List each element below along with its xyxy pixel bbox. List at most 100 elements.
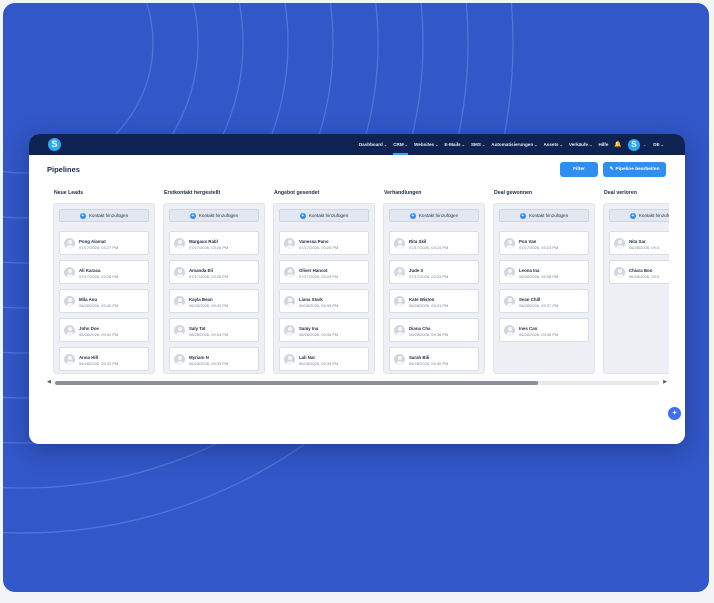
contact-date: 07/17/2026, 03:26 PM xyxy=(189,245,229,250)
contact-name: Ines Can xyxy=(519,326,538,331)
nav-item-label: CRM xyxy=(393,142,404,147)
edit-pipeline-button[interactable]: ✎ Pipeline bearbeiten xyxy=(603,162,666,177)
contact-name: Margaux Rabl xyxy=(189,239,218,244)
app-window: S Dashboard ⌄ CRM ⌄ Websites ⌄ E-Mails ⌄ SMS ⌄ Aut… xyxy=(29,134,685,444)
contact-card[interactable]: Nita Sar 06/28/2026, 09:4 xyxy=(609,231,669,255)
contact-date: 06/28/2026, 09:30 PM xyxy=(409,361,449,366)
add-contact-button[interactable]: +Kontakt hinzufügen xyxy=(499,209,589,222)
chevron-down-icon: ⌄ xyxy=(383,142,388,147)
avatar xyxy=(284,325,295,336)
contact-card[interactable]: John Doe 06/28/2026, 09:32 PM xyxy=(59,318,149,342)
contact-card[interactable]: Ali Karaca 07/17/2026, 03:26 PM xyxy=(59,260,149,284)
language-selector[interactable]: DE ⌄ xyxy=(650,134,667,155)
app-logo[interactable]: S xyxy=(48,138,61,151)
user-avatar[interactable]: S xyxy=(627,138,640,151)
avatar xyxy=(284,267,295,278)
contact-card[interactable]: Margaux Rabl 07/17/2026, 03:26 PM xyxy=(169,231,259,255)
scroll-right-icon[interactable]: ▶ xyxy=(663,379,667,385)
scroll-left-icon[interactable]: ◀ xyxy=(47,379,51,385)
pipeline-column: Deal gewonnen + Kontakt hinzufügen Pon Van 0… xyxy=(493,185,595,379)
contact-card[interactable]: Myriam N 06/28/2026, 09:33 PM xyxy=(169,347,259,371)
add-contact-label: Kontakt hinzufügen xyxy=(418,213,459,218)
top-navbar: S Dashboard ⌄ CRM ⌄ Websites ⌄ E-Mails ⌄ SMS ⌄ Aut… xyxy=(29,134,685,155)
chevron-down-icon: ⌄ xyxy=(435,142,439,147)
horizontal-scrollbar[interactable]: ◀ ▶ xyxy=(47,379,667,387)
add-contact-button[interactable]: +Kontakt hinzufügen xyxy=(59,209,149,222)
column-title: Deal gewonnen xyxy=(494,190,533,196)
contact-card[interactable]: Leona Ina 06/28/2026, 09:38 PM xyxy=(499,260,589,284)
contact-date: 06/28/2026, 09:4 xyxy=(629,245,660,250)
nav-item-label: Assets xyxy=(543,142,559,147)
contact-card[interactable]: Saly Tat 06/28/2026, 09:33 PM xyxy=(169,318,259,342)
contact-card[interactable]: Sarah Bili 06/28/2026, 09:30 PM xyxy=(389,347,479,371)
contact-card[interactable]: Sean Chill 06/28/2026, 09:37 PM xyxy=(499,289,589,313)
nav-item-assets[interactable]: Assets ⌄ xyxy=(540,134,565,155)
edit-pipeline-label: Pipeline bearbeiten xyxy=(615,167,660,172)
nav-item-verk-ufe[interactable]: Verkäufe ⌄ xyxy=(566,134,596,155)
nav-item-crm[interactable]: CRM ⌄ xyxy=(390,134,411,155)
contact-card[interactable]: Anna Hill 06/28/2026, 09:32 PM xyxy=(59,347,149,371)
nav-item-label: Websites xyxy=(414,142,435,147)
pipeline-column: Deal verloren +Kontakt hinzufügen Nita Sar… xyxy=(603,185,669,379)
add-contact-button[interactable]: +Kontakt hinzufügen xyxy=(389,209,479,222)
scrollbar-thumb[interactable] xyxy=(55,381,538,385)
bell-icon[interactable]: 🔔 xyxy=(611,134,624,155)
contact-name: Amanda Eli xyxy=(189,268,213,273)
contact-card[interactable]: Mila Anu 06/28/2026, 09:40 PM xyxy=(59,289,149,313)
contact-card[interactable]: Liana Stark 06/28/2026, 09:39 PM xyxy=(279,289,369,313)
chevron-down-icon: ⌄ xyxy=(404,142,409,147)
contact-card[interactable]: Diana Cha 06/28/2026, 09:36 PM xyxy=(389,318,479,342)
contact-card[interactable]: Ines Can 06/28/2026, 09:36 PM xyxy=(499,318,589,342)
add-contact-label: Kontakt hinzufügen xyxy=(528,213,569,218)
avatar xyxy=(504,267,515,278)
contact-date: 06/28/2026, 09:37 PM xyxy=(519,303,559,308)
contact-name: Pon Van xyxy=(519,239,537,244)
nav-item-hilfe[interactable]: Hilfe xyxy=(595,134,611,155)
filter-button[interactable]: Filter xyxy=(560,162,598,177)
nav-item-automatisierungen[interactable]: Automatisierungen ⌄ xyxy=(488,134,540,155)
contact-name: Sarah Bili xyxy=(409,355,430,360)
nav-item-label: Automatisierungen xyxy=(491,142,534,147)
chevron-down-icon: ⌄ xyxy=(660,142,664,147)
contact-card[interactable]: Amanda Eli 07/17/2026, 03:25 PM xyxy=(169,260,259,284)
contact-card[interactable]: Pon Van 07/17/2026, 03:23 PM xyxy=(499,231,589,255)
contact-date: 06/28/2026, 09:33 PM xyxy=(189,361,229,366)
contact-card[interactable]: Jude II 07/17/2026, 03:23 PM xyxy=(389,260,479,284)
chevron-down-icon[interactable]: ⌄ xyxy=(643,142,646,147)
contact-card[interactable]: Lali Nar 06/28/2026, 09:35 PM xyxy=(279,347,369,371)
contact-card[interactable]: Kayla Bean 06/28/2026, 09:32 PM xyxy=(169,289,259,313)
contact-date: 07/17/2026, 03:24 PM xyxy=(409,245,449,250)
contact-card[interactable]: Rita Skil 07/17/2026, 03:24 PM xyxy=(389,231,479,255)
contact-card[interactable]: Chiara Boo 06/28/2026, 09:3 xyxy=(609,260,669,284)
assistant-icon[interactable]: ✦ xyxy=(668,407,681,420)
contact-card[interactable]: Pong Alamat 07/17/2026, 03:27 PM xyxy=(59,231,149,255)
chevron-down-icon: ⌄ xyxy=(461,142,465,147)
page-header: Pipelines Filter ✎ Pipeline bearbeiten xyxy=(29,155,685,185)
add-contact-button[interactable]: +Kontakt hinzufügen xyxy=(609,209,669,222)
add-contact-button[interactable]: +Kontakt hinzufügen xyxy=(169,209,259,222)
nav-item-websites[interactable]: Websites ⌄ xyxy=(411,134,441,155)
contact-date: 06/28/2026, 09:32 PM xyxy=(79,361,119,366)
plus-icon: + xyxy=(629,212,636,219)
contact-date: 06/28/2026, 09:39 PM xyxy=(299,303,339,308)
nav-item-sms[interactable]: SMS ⌄ xyxy=(468,134,488,155)
contact-card[interactable]: Oliver Hancot 07/17/2026, 03:24 PM xyxy=(279,260,369,284)
chevron-down-icon: ⌄ xyxy=(534,142,538,147)
avatar xyxy=(394,296,405,307)
contact-card[interactable]: Kate Wiston 06/28/2026, 09:41 PM xyxy=(389,289,479,313)
add-contact-button[interactable]: +Kontakt hinzufügen xyxy=(279,209,369,222)
pencil-icon: ✎ xyxy=(609,167,614,172)
nav-item-e-mails[interactable]: E-Mails ⌄ xyxy=(441,134,467,155)
pipeline-column: Neue Leads + Kontakt hinzufügen Pong Alamat… xyxy=(53,185,155,379)
nav-item-label: Dashboard xyxy=(358,142,383,147)
pipeline-board: Neue Leads + Kontakt hinzufügen Pong Alamat… xyxy=(29,185,669,379)
nav-item-dashboard[interactable]: Dashboard ⌄ xyxy=(356,134,390,155)
column-body: + Kontakt hinzufügen Rita Skil 07/17/2026, … xyxy=(383,203,485,374)
column-title: Erstkontakt hergestellt xyxy=(164,190,221,196)
contact-card[interactable]: Samy Ina 06/28/2026, 09:35 PM xyxy=(279,318,369,342)
contact-date: 07/17/2026, 03:23 PM xyxy=(409,274,449,279)
avatar xyxy=(284,238,295,249)
contact-date: 06/28/2026, 09:41 PM xyxy=(409,303,449,308)
contact-card[interactable]: Vanessa Pano 07/17/2026, 03:25 PM xyxy=(279,231,369,255)
contact-date: 06/28/2026, 09:35 PM xyxy=(299,361,339,366)
